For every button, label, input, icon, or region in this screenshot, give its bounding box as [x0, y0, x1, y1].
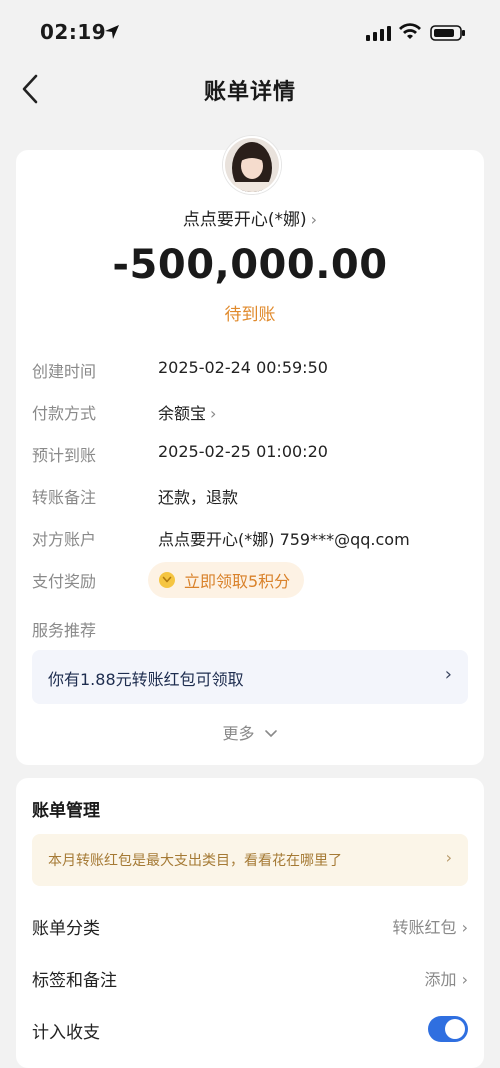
detail-label: 付款方式 — [32, 404, 97, 423]
status-time: 02:19 — [40, 20, 107, 44]
detail-row-transfer-note: 转账备注 还款，退款 — [32, 484, 468, 510]
payee-name: 点点要开心(*娜) — [182, 210, 307, 230]
detail-value: 还款，退款 — [158, 488, 239, 507]
detail-row-payment-method[interactable]: 付款方式 余额宝 › — [32, 400, 468, 426]
spending-tip-banner[interactable]: 本月转账红包是最大支出类目，看看花在哪里了 › — [32, 834, 468, 886]
chevron-down-icon — [264, 730, 277, 738]
detail-label: 支付奖励 — [32, 572, 97, 591]
detail-label: 服务推荐 — [32, 621, 97, 640]
chevron-right-icon: › — [461, 970, 468, 989]
claim-points-button[interactable]: 立即领取5积分 — [148, 562, 305, 598]
include-in-stats-toggle[interactable] — [428, 1016, 468, 1042]
detail-row-expected-arrival: 预计到账 2025-02-25 01:00:20 — [32, 442, 468, 468]
location-arrow-icon — [105, 25, 119, 39]
transaction-status: 待到账 — [224, 305, 276, 325]
nav-bar: 账单详情 — [0, 60, 500, 120]
bill-category-value: 转账红包 — [392, 918, 457, 937]
chevron-right-icon: › — [210, 404, 217, 423]
detail-row-service-recommend: 服务推荐 — [32, 617, 468, 643]
bill-management-card: 账单管理 本月转账红包是最大支出类目，看看花在哪里了 › 账单分类 转账红包 ›… — [16, 778, 484, 1068]
more-button[interactable]: 更多 — [16, 720, 484, 744]
payee-name-link[interactable]: 点点要开心(*娜) › — [16, 205, 484, 230]
more-label: 更多 — [222, 724, 255, 743]
chevron-right-icon: › — [310, 210, 318, 229]
include-in-stats-label: 计入收支 — [32, 1023, 100, 1043]
transaction-amount: -500,000.00 — [112, 242, 388, 288]
bill-detail-card: 点点要开心(*娜) › -500,000.00 待到账 创建时间 2025-02-… — [16, 136, 484, 765]
chevron-right-icon: › — [445, 848, 452, 867]
detail-row-created-time: 创建时间 2025-02-24 00:59:50 — [32, 358, 468, 384]
avatar[interactable] — [223, 136, 281, 194]
include-in-stats-row: 计入收支 — [32, 1016, 468, 1046]
tags-notes-label: 标签和备注 — [32, 971, 117, 991]
bill-category-label: 账单分类 — [32, 919, 100, 939]
toggle-knob — [445, 1019, 465, 1039]
battery-icon — [430, 25, 465, 41]
detail-label: 创建时间 — [32, 362, 97, 381]
red-packet-text: 你有1.88元转账红包可领取 — [48, 670, 244, 689]
detail-value: 点点要开心(*娜) 759***@qq.com — [158, 530, 410, 549]
tags-notes-value: 添加 — [424, 970, 457, 989]
cellular-signal-icon — [366, 26, 391, 41]
red-packet-banner[interactable]: 你有1.88元转账红包可领取 › — [32, 650, 468, 704]
detail-value: 2025-02-25 01:00:20 — [158, 442, 328, 461]
page-title: 账单详情 — [203, 80, 296, 105]
detail-label: 转账备注 — [32, 488, 97, 507]
bill-category-row[interactable]: 账单分类 转账红包 › — [32, 912, 468, 942]
detail-label: 预计到账 — [32, 446, 97, 465]
claim-points-label: 立即领取5积分 — [184, 572, 291, 591]
wifi-icon — [399, 23, 421, 39]
detail-value: 余额宝 — [158, 404, 207, 423]
detail-row-counterparty-account: 对方账户 点点要开心(*娜) 759***@qq.com — [32, 526, 468, 552]
chevron-right-icon: › — [444, 664, 452, 685]
chevron-right-icon: › — [461, 918, 468, 937]
detail-label: 对方账户 — [32, 530, 97, 549]
section-title: 账单管理 — [32, 801, 100, 821]
coin-icon — [159, 572, 175, 588]
detail-value: 2025-02-24 00:59:50 — [158, 358, 328, 377]
spending-tip-text: 本月转账红包是最大支出类目，看看花在哪里了 — [48, 853, 342, 869]
tags-notes-row[interactable]: 标签和备注 添加 › — [32, 964, 468, 994]
